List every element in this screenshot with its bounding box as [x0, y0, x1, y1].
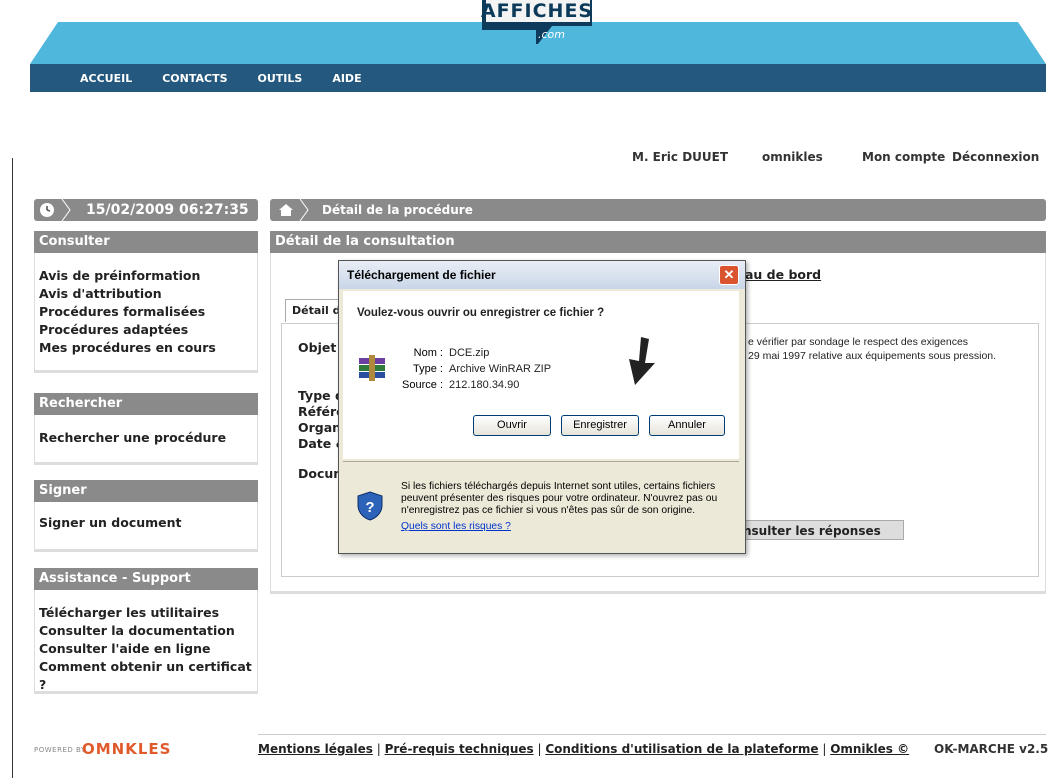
link-avis-preinformation[interactable]: Avis de préinformation — [39, 267, 253, 285]
dialog-titlebar[interactable]: Téléchargement de fichier ✕ — [339, 261, 745, 289]
link-consulter-documentation[interactable]: Consulter la documentation — [39, 622, 253, 640]
datetime-bar: 15/02/2009 06:27:35 — [34, 199, 258, 221]
cancel-button[interactable]: Annuler — [649, 415, 725, 436]
type-label: Type : — [413, 363, 443, 375]
nav-outils[interactable]: OUTILS — [258, 72, 303, 85]
link-omnikles[interactable]: Omnikles © — [830, 742, 909, 756]
panel-consulter-title: Consulter — [34, 231, 258, 253]
panel-consulter: Consulter Avis de préinformation Avis d'… — [34, 231, 258, 371]
logo-com: .com — [538, 28, 565, 41]
breadcrumb-bar: Détail de la procédure — [270, 199, 1046, 221]
name-label: Nom : — [413, 347, 443, 359]
source-label: Source : — [402, 379, 443, 391]
powered-by-label: POWERED BY — [34, 746, 86, 754]
security-warning-text: Si les fichiers téléchargés depuis Inter… — [401, 481, 718, 516]
panel-signer: Signer Signer un document — [34, 480, 258, 550]
left-border-line — [12, 158, 13, 778]
version-label: OK-MARCHE v2.5 — [934, 742, 1049, 756]
svg-text:?: ? — [365, 499, 374, 516]
panel-rechercher: Rechercher Rechercher une procédure — [34, 393, 258, 463]
link-procedures-formalisees[interactable]: Procédures formalisées — [39, 303, 253, 321]
dialog-divider — [343, 461, 739, 462]
link-prerequis[interactable]: Pré-requis techniques — [385, 742, 534, 756]
logout-link[interactable]: Déconnexion — [952, 150, 1039, 164]
name-value: DCE.zip — [449, 347, 490, 359]
footer-divider — [258, 734, 1046, 735]
chevron-separator-icon — [61, 199, 71, 221]
dialog-question: Voulez-vous ouvrir ou enregistrer ce fic… — [357, 307, 605, 319]
link-telecharger-utilitaires[interactable]: Télécharger les utilitaires — [39, 604, 253, 622]
file-download-dialog: Téléchargement de fichier ✕ Voulez-vous … — [338, 260, 746, 554]
nav-accueil[interactable]: ACCUEIL — [80, 72, 132, 85]
logo-text: AFFICHES — [480, 0, 594, 22]
link-avis-attribution[interactable]: Avis d'attribution — [39, 285, 253, 303]
nav-contacts[interactable]: CONTACTS — [162, 72, 227, 85]
save-button[interactable]: Enregistrer — [561, 415, 639, 436]
open-button[interactable]: Ouvrir — [473, 415, 551, 436]
risks-link[interactable]: Quels sont les risques ? — [401, 521, 511, 532]
panel-assistance-title: Assistance - Support — [34, 568, 258, 590]
user-org: omnikles — [762, 150, 823, 164]
account-link[interactable]: Mon compte — [862, 150, 945, 164]
link-mentions-legales[interactable]: Mentions légales — [258, 742, 373, 756]
source-value: 212.180.34.90 — [449, 379, 520, 391]
objet-text-line1: e vérifier par sondage le respect des ex… — [748, 336, 969, 348]
link-conditions[interactable]: Conditions d'utilisation de la plateform… — [545, 742, 818, 756]
link-aide-en-ligne[interactable]: Consulter l'aide en ligne — [39, 640, 253, 658]
current-datetime: 15/02/2009 06:27:35 — [86, 202, 249, 218]
arrow-down-icon — [629, 337, 655, 385]
breadcrumb-current: Détail de la procédure — [322, 203, 473, 217]
home-icon[interactable] — [278, 203, 294, 217]
footer-links: Mentions légales | Pré-requis techniques… — [258, 742, 910, 756]
panel-rechercher-title: Rechercher — [34, 393, 258, 415]
dashboard-link[interactable]: au de bord — [745, 267, 821, 282]
shield-question-icon: ? — [357, 491, 383, 521]
link-mes-procedures[interactable]: Mes procédures en cours — [39, 339, 253, 357]
link-obtenir-certificat[interactable]: Comment obtenir un certificat ? — [39, 658, 253, 694]
panel-signer-title: Signer — [34, 480, 258, 502]
type-value: Archive WinRAR ZIP — [449, 363, 552, 375]
main-section-title: Détail de la consultation — [270, 231, 1046, 253]
file-info: Nom : DCE.zip Type : Archive WinRAR ZIP So… — [383, 345, 551, 393]
omnikles-logo: OMNKLES — [82, 740, 172, 758]
main-nav: ACCUEIL CONTACTS OUTILS AIDE — [30, 64, 1046, 92]
chevron-separator-icon — [299, 199, 309, 221]
link-rechercher-procedure[interactable]: Rechercher une procédure — [39, 429, 253, 447]
dialog-title: Téléchargement de fichier — [347, 268, 496, 282]
close-icon[interactable]: ✕ — [719, 265, 739, 285]
user-name: M. Eric DUUET — [632, 150, 729, 164]
link-signer-document[interactable]: Signer un document — [39, 514, 253, 532]
panel-assistance: Assistance - Support Télécharger les uti… — [34, 568, 258, 692]
link-procedures-adaptees[interactable]: Procédures adaptées — [39, 321, 253, 339]
consulter-reponses-button[interactable]: nsulter les réponses — [738, 520, 904, 540]
dialog-upper-area: Voulez-vous ouvrir ou enregistrer ce fic… — [343, 291, 739, 459]
objet-text-line2: 29 mai 1997 relative aux équipements sou… — [748, 350, 997, 362]
clock-icon — [40, 203, 54, 217]
nav-aide[interactable]: AIDE — [332, 72, 361, 85]
